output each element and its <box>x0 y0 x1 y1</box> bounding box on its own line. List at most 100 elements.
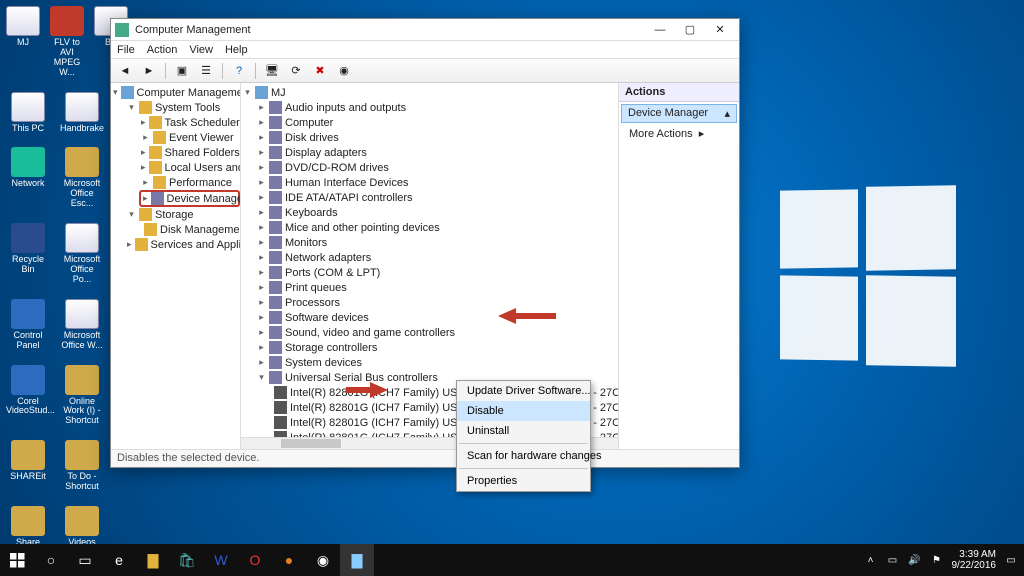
desktop-icon[interactable]: FLV to AVI MPEG W... <box>50 6 84 78</box>
taskbar-store[interactable]: 🛍 <box>170 544 204 576</box>
menubar: File Action View Help <box>111 41 739 59</box>
toolbar-help-button[interactable]: ? <box>229 61 249 81</box>
device-category[interactable]: ▸System devices <box>255 355 618 370</box>
taskbar-edge[interactable]: e <box>102 544 136 576</box>
window-title: Computer Management <box>135 24 645 36</box>
desktop: MJFLV to AVI MPEG W...BSThis PCHandbrake… <box>0 0 1024 576</box>
desktop-icon[interactable]: Microsoft Office Po... <box>60 223 104 285</box>
search-button[interactable]: ○ <box>34 544 68 576</box>
scope-item[interactable]: ▸Shared Folders <box>139 145 240 160</box>
scope-system-tools[interactable]: ▾System Tools <box>125 100 240 115</box>
desktop-icons: MJFLV to AVI MPEG W...BSThis PCHandbrake… <box>6 6 106 568</box>
device-category[interactable]: ▸Disk drives <box>255 130 618 145</box>
desktop-icon[interactable]: Online Work (I) - Shortcut <box>60 365 104 427</box>
context-menu-item[interactable]: Uninstall <box>457 421 590 441</box>
toolbar-computer-button[interactable]: 🖥 <box>262 61 282 81</box>
start-button[interactable] <box>0 544 34 576</box>
taskbar-explorer[interactable]: ▇ <box>136 544 170 576</box>
scope-item[interactable]: ▸Task Scheduler <box>139 115 240 130</box>
context-menu-item[interactable]: Disable <box>457 401 590 421</box>
device-category[interactable]: ▸Print queues <box>255 280 618 295</box>
device-category[interactable]: ▸DVD/CD-ROM drives <box>255 160 618 175</box>
tray-chevron-icon[interactable]: ˄ <box>864 553 878 567</box>
taskbar-chrome[interactable]: ◉ <box>306 544 340 576</box>
folder-icon <box>139 101 152 114</box>
scope-item[interactable]: ▸Event Viewer <box>139 130 240 145</box>
context-menu-item[interactable]: Properties <box>457 471 590 491</box>
desktop-icon[interactable]: SHAREit <box>6 440 50 492</box>
desktop-icon[interactable]: This PC <box>6 92 50 134</box>
scope-services[interactable]: ▸Services and Applications <box>125 237 240 252</box>
tray-volume-icon[interactable]: 🔊 <box>908 553 922 567</box>
taskbar-opera[interactable]: O <box>238 544 272 576</box>
toolbar-scan-button[interactable]: ◉ <box>334 61 354 81</box>
device-icon <box>269 116 282 129</box>
device-category[interactable]: ▸Storage controllers <box>255 340 618 355</box>
desktop-icon[interactable]: MJ <box>6 6 40 78</box>
titlebar[interactable]: Computer Management — ▢ ✕ <box>111 19 739 41</box>
desktop-icon[interactable]: Microsoft Office W... <box>60 299 104 351</box>
taskbar-firefox[interactable]: ● <box>272 544 306 576</box>
maximize-button[interactable]: ▢ <box>675 20 705 40</box>
actions-more[interactable]: More Actions ▸ <box>619 125 739 142</box>
statusbar: Disables the selected device. <box>111 449 739 467</box>
actions-selected[interactable]: Device Manager ▴ <box>621 104 737 123</box>
context-menu-item[interactable]: Scan for hardware changes <box>457 446 590 466</box>
device-category[interactable]: ▸Ports (COM & LPT) <box>255 265 618 280</box>
system-tray[interactable]: ˄ ▭ 🔊 ⚑ 3:39 AM 9/22/2016 ▭ <box>864 549 1024 571</box>
device-category[interactable]: ▸Computer <box>255 115 618 130</box>
taskbar-word[interactable]: W <box>204 544 238 576</box>
scope-item[interactable]: ▸Performance <box>139 175 240 190</box>
context-menu-item[interactable]: Update Driver Software... <box>457 381 590 401</box>
scope-root[interactable]: ▾Computer Management (Local <box>111 85 240 100</box>
scope-pane[interactable]: ▾Computer Management (Local▾System Tools… <box>111 83 241 449</box>
device-category[interactable]: ▸Monitors <box>255 235 618 250</box>
chevron-right-icon: ▸ <box>699 128 705 140</box>
device-icon <box>269 101 282 114</box>
scope-item[interactable]: ▸Device Manager <box>139 190 240 207</box>
device-root[interactable]: ▾MJ <box>241 85 618 100</box>
menu-action[interactable]: Action <box>147 44 178 56</box>
tray-notifications-icon[interactable]: ▭ <box>1004 553 1018 567</box>
toolbar-back-button[interactable]: ◄ <box>115 61 135 81</box>
device-category[interactable]: ▸Network adapters <box>255 250 618 265</box>
tray-clock[interactable]: 3:39 AM 9/22/2016 <box>952 549 997 571</box>
desktop-icon[interactable]: Microsoft Office Esc... <box>60 147 104 209</box>
scope-item[interactable]: Disk Management <box>139 222 240 237</box>
device-category[interactable]: ▸Software devices <box>255 310 618 325</box>
menu-help[interactable]: Help <box>225 44 248 56</box>
desktop-icon[interactable]: Control Panel <box>6 299 50 351</box>
menu-file[interactable]: File <box>117 44 135 56</box>
device-category[interactable]: ▸Keyboards <box>255 205 618 220</box>
desktop-icon[interactable]: Corel VideoStud... <box>6 365 50 427</box>
context-menu: Update Driver Software...DisableUninstal… <box>456 380 591 492</box>
toolbar-disable-button[interactable]: ✖ <box>310 61 330 81</box>
device-category[interactable]: ▸Display adapters <box>255 145 618 160</box>
device-category[interactable]: ▸Mice and other pointing devices <box>255 220 618 235</box>
taskview-button[interactable]: ▭ <box>68 544 102 576</box>
toolbar-forward-button[interactable]: ► <box>139 61 159 81</box>
toolbar-refresh-button[interactable]: ⟳ <box>286 61 306 81</box>
tray-network-icon[interactable]: ▭ <box>886 553 900 567</box>
device-category[interactable]: ▸Audio inputs and outputs <box>255 100 618 115</box>
tray-flag-icon[interactable]: ⚑ <box>930 553 944 567</box>
toolbar-props-button[interactable]: ☰ <box>196 61 216 81</box>
device-icon <box>269 236 282 249</box>
desktop-icon[interactable]: Handbrake <box>60 92 104 134</box>
desktop-icon[interactable]: Network <box>6 147 50 209</box>
folder-icon <box>149 146 162 159</box>
toolbar-scope-button[interactable]: ▣ <box>172 61 192 81</box>
device-category[interactable]: ▸IDE ATA/ATAPI controllers <box>255 190 618 205</box>
minimize-button[interactable]: — <box>645 20 675 40</box>
device-category[interactable]: ▸Human Interface Devices <box>255 175 618 190</box>
usb-icon <box>269 371 282 384</box>
scope-storage[interactable]: ▾Storage <box>125 207 240 222</box>
desktop-icon[interactable]: Recycle Bin <box>6 223 50 285</box>
device-category[interactable]: ▸Processors <box>255 295 618 310</box>
desktop-icon[interactable]: To Do - Shortcut <box>60 440 104 492</box>
menu-view[interactable]: View <box>189 44 213 56</box>
device-category[interactable]: ▸Sound, video and game controllers <box>255 325 618 340</box>
taskbar-mmc[interactable]: ▇ <box>340 544 374 576</box>
close-button[interactable]: ✕ <box>705 20 735 40</box>
scope-item[interactable]: ▸Local Users and Groups <box>139 160 240 175</box>
